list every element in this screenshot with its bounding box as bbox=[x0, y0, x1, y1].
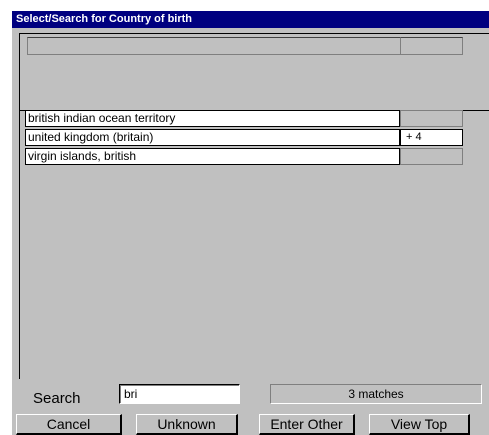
list-item[interactable]: united kingdom (britain) bbox=[25, 129, 400, 146]
dialog-window: Select/Search for Country of birth briti… bbox=[11, 10, 489, 435]
view-top-button[interactable]: View Top bbox=[369, 414, 470, 435]
cancel-button[interactable]: Cancel bbox=[16, 414, 122, 435]
list-item[interactable]: virgin islands, british bbox=[25, 148, 400, 165]
list-item-extra bbox=[400, 148, 463, 165]
selected-header-field bbox=[27, 37, 404, 55]
selected-header-extra bbox=[400, 37, 463, 55]
unknown-button[interactable]: Unknown bbox=[136, 414, 238, 435]
search-input[interactable] bbox=[119, 384, 240, 404]
list-item[interactable]: british indian ocean territory bbox=[25, 110, 400, 127]
list-item-extra: + 4 bbox=[400, 129, 463, 146]
list-item-extra bbox=[400, 110, 463, 127]
match-count: 3 matches bbox=[270, 384, 482, 404]
search-label: Search bbox=[33, 390, 81, 407]
dialog-title: Select/Search for Country of birth bbox=[12, 11, 489, 28]
enter-other-button[interactable]: Enter Other bbox=[259, 414, 355, 435]
